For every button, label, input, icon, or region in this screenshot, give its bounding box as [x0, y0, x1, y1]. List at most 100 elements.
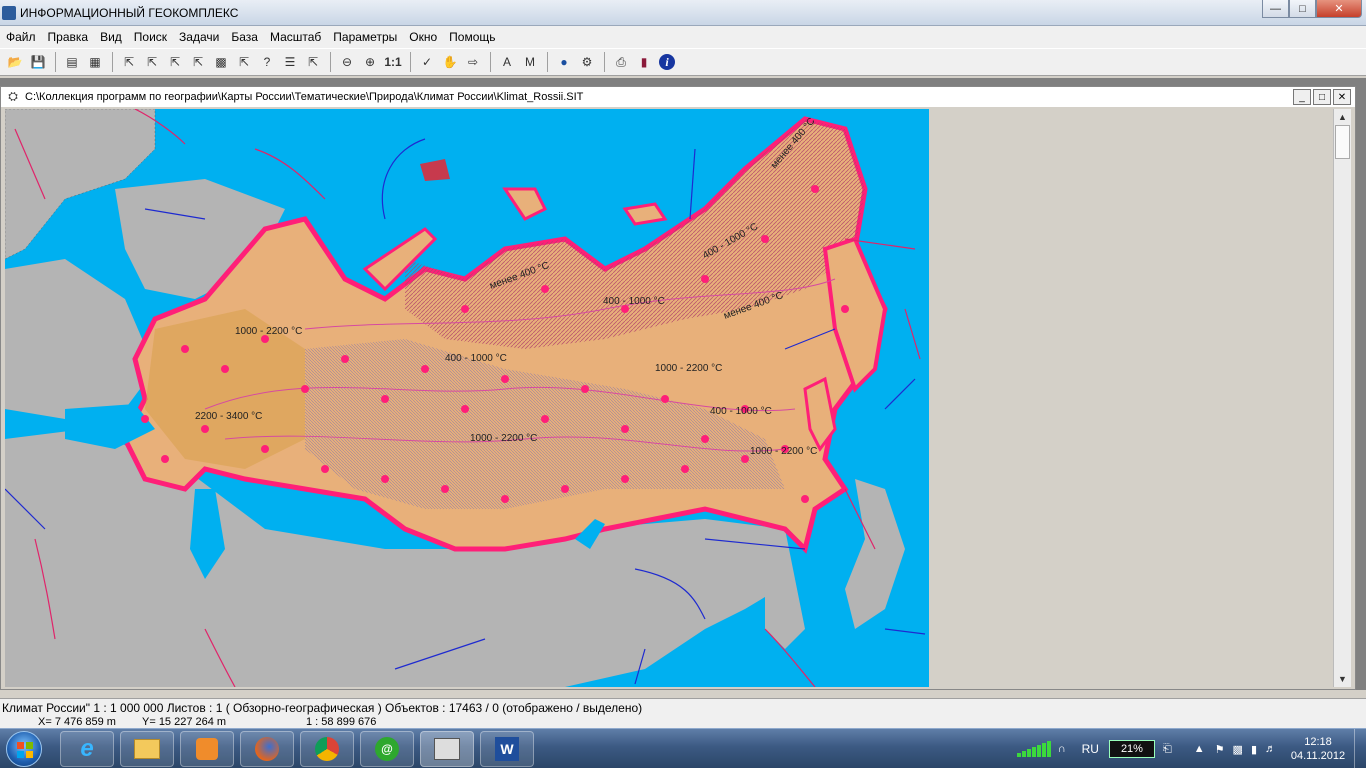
menu-view[interactable]: Вид — [94, 30, 128, 44]
info-icon[interactable]: i — [656, 51, 678, 73]
map-label: 400 - 1000 °C — [710, 406, 772, 417]
network-signal-icon[interactable] — [1016, 741, 1052, 757]
print-preview-icon[interactable]: ▦ — [84, 51, 106, 73]
battery-indicator[interactable]: 21% — [1108, 740, 1155, 758]
close-button[interactable]: ✕ — [1316, 0, 1362, 18]
scroll-down-arrow[interactable]: ▼ — [1334, 671, 1351, 687]
firefox-icon — [255, 737, 279, 761]
map-label: 1000 - 2200 °C — [235, 326, 302, 337]
taskbar: e @ W ∩ RU 21% ⎗ ▲ ⚑ ▩ ▮ ♬ 12:18 04.11.2… — [0, 728, 1366, 768]
measure-icon[interactable]: M — [519, 51, 541, 73]
menu-edit[interactable]: Правка — [42, 30, 95, 44]
map-info-text: Климат России" 1 : 1 000 000 Листов : 1 … — [2, 700, 643, 715]
taskbar-ie[interactable]: e — [60, 731, 114, 767]
taskbar-mail-agent[interactable]: @ — [360, 731, 414, 767]
chrome-icon — [315, 737, 339, 761]
toolbar-separator — [547, 52, 548, 72]
geocomplex-icon — [434, 738, 460, 760]
select-icon[interactable]: ⇱ — [118, 51, 140, 73]
select-area-icon[interactable]: ⇱ — [164, 51, 186, 73]
document-titlebar: ⛭ C:\Коллекция программ по географии\Кар… — [1, 87, 1355, 107]
doc-minimize-button[interactable]: _ — [1293, 89, 1311, 105]
volume-icon[interactable]: ♬ — [1265, 743, 1276, 755]
map-label: 1000 - 2200 °C — [470, 433, 537, 444]
menu-file[interactable]: Файл — [0, 30, 42, 44]
taskbar-firefox[interactable] — [240, 731, 294, 767]
signal-tray-icon[interactable]: ▮ — [1251, 743, 1257, 756]
menu-window[interactable]: Окно — [403, 30, 443, 44]
toolbar-separator — [604, 52, 605, 72]
map-document-icon: ⛭ — [8, 89, 18, 103]
x-coordinate: X= 7 476 859 m — [38, 716, 116, 728]
flag-icon[interactable]: ⚑ — [1215, 743, 1225, 756]
menu-help[interactable]: Помощь — [443, 30, 501, 44]
taskbar-explorer[interactable] — [120, 731, 174, 767]
zoom-1to1-icon[interactable]: 1:1 — [382, 51, 404, 73]
menu-tasks[interactable]: Задачи — [173, 30, 225, 44]
y-coordinate: Y= 15 227 264 m — [142, 716, 227, 728]
menu-parameters[interactable]: Параметры — [327, 30, 403, 44]
taskbar-chrome[interactable] — [300, 731, 354, 767]
document-controls: _ □ ✕ — [1291, 89, 1351, 105]
map-label: 400 - 1000 °C — [603, 296, 665, 307]
media-player-icon — [196, 738, 218, 760]
show-hidden-icons-arrow[interactable]: ▲ — [1194, 743, 1205, 755]
globe-icon[interactable]: ● — [553, 51, 575, 73]
map-label: 400 - 1000 °C — [445, 353, 507, 364]
zoom-in-icon[interactable]: ⊕ — [359, 51, 381, 73]
start-button[interactable] — [6, 731, 42, 767]
word-icon: W — [495, 737, 519, 761]
printer-icon[interactable]: ⎙ — [610, 51, 632, 73]
menu-scale[interactable]: Масштаб — [264, 30, 327, 44]
clock[interactable]: 12:18 04.11.2012 — [1286, 735, 1350, 763]
network-tray-icon[interactable]: ▩ — [1233, 743, 1243, 756]
open-icon[interactable]: 📂 — [4, 51, 26, 73]
wireless-icon[interactable]: ∩ — [1058, 743, 1066, 755]
move-icon[interactable]: ⇨ — [462, 51, 484, 73]
toolbar-separator — [112, 52, 113, 72]
app-icon — [2, 5, 16, 20]
clock-time: 12:18 — [1304, 736, 1332, 748]
check-icon[interactable]: ✓ — [416, 51, 438, 73]
vertical-scrollbar[interactable]: ▲ ▼ — [1333, 109, 1351, 687]
windows-logo-icon — [17, 742, 33, 758]
book-icon[interactable]: ▮ — [633, 51, 655, 73]
climate-map[interactable]: 1000 - 2200 °C 400 - 1000 °C 1000 - 2200… — [5, 109, 929, 687]
maximize-button[interactable]: □ — [1289, 0, 1316, 18]
scroll-up-arrow[interactable]: ▲ — [1334, 109, 1351, 125]
taskbar-media-player[interactable] — [180, 731, 234, 767]
window-titlebar: ИНФОРМАЦИОННЫЙ ГЕОКОМПЛЕКС — □ ✕ — [0, 0, 1366, 26]
taskbar-word[interactable]: W — [480, 731, 534, 767]
scroll-thumb[interactable] — [1335, 125, 1350, 159]
list-icon[interactable]: ☰ — [279, 51, 301, 73]
minimize-button[interactable]: — — [1262, 0, 1289, 18]
doc-maximize-button[interactable]: □ — [1313, 89, 1331, 105]
save-icon[interactable]: 💾 — [27, 51, 49, 73]
system-tray: ∩ RU 21% ⎗ ▲ ⚑ ▩ ▮ ♬ 12:18 04.11.2012 — [1016, 729, 1366, 768]
select-filter-icon[interactable]: ⇱ — [187, 51, 209, 73]
window-controls: — □ ✕ — [1262, 0, 1362, 18]
menu-database[interactable]: База — [225, 30, 264, 44]
clear-select-icon[interactable]: ⇱ — [302, 51, 324, 73]
power-icon[interactable]: ⎗ — [1163, 743, 1172, 756]
menu-search[interactable]: Поиск — [128, 30, 173, 44]
text-icon[interactable]: A — [496, 51, 518, 73]
select-rect-icon[interactable]: ▩ — [210, 51, 232, 73]
layers-icon[interactable]: ▤ — [61, 51, 83, 73]
settings-icon[interactable]: ⚙ — [576, 51, 598, 73]
language-indicator[interactable]: RU — [1082, 742, 1099, 756]
select-text-icon[interactable]: ⇱ — [141, 51, 163, 73]
taskbar-geocomplex[interactable] — [420, 731, 474, 767]
add-object-icon[interactable]: ⇱ — [233, 51, 255, 73]
scale-readout: 1 : 58 899 676 — [306, 716, 377, 728]
menubar: Файл Правка Вид Поиск Задачи База Масшта… — [0, 26, 1366, 48]
ie-icon: e — [80, 735, 94, 762]
toolbar-separator — [490, 52, 491, 72]
clock-date: 04.11.2012 — [1290, 750, 1346, 762]
show-desktop-button[interactable] — [1354, 729, 1366, 768]
query-icon[interactable]: ? — [256, 51, 278, 73]
doc-close-button[interactable]: ✕ — [1333, 89, 1351, 105]
hand-icon[interactable]: ✋ — [439, 51, 461, 73]
zoom-out-icon[interactable]: ⊖ — [336, 51, 358, 73]
map-canvas[interactable]: 1000 - 2200 °C 400 - 1000 °C 1000 - 2200… — [5, 109, 929, 687]
